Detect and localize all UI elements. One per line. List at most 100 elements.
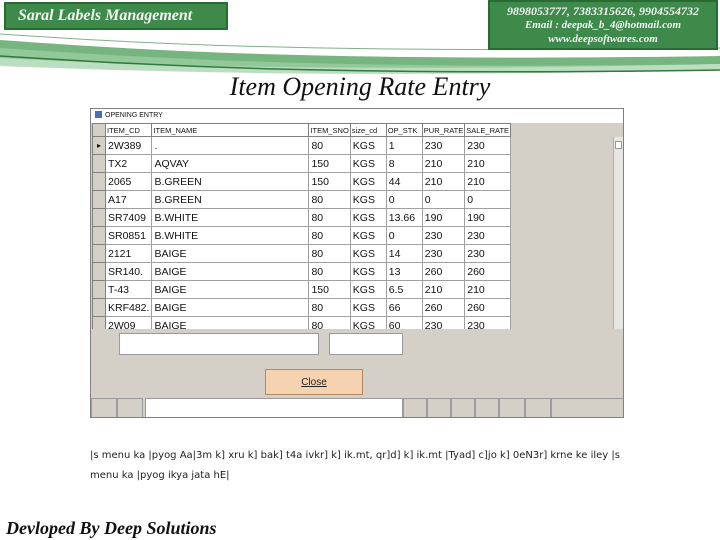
cell-item-name[interactable]: BAIGE <box>151 280 310 299</box>
column-header-sale-rate[interactable]: SALE_RATE <box>464 123 512 137</box>
cell-sale-rate[interactable]: 210 <box>464 154 512 173</box>
row-indicator[interactable] <box>92 172 106 191</box>
cell-item-cd[interactable]: 2121 <box>104 244 153 263</box>
cell-item-name[interactable]: BAIGE <box>151 262 310 281</box>
table-row[interactable]: SR0851 B.WHITE 80 KGS 0 230 230 <box>92 226 512 245</box>
cell-pur-rate[interactable]: 230 <box>421 244 466 263</box>
row-indicator[interactable]: ▸ <box>92 136 106 155</box>
cell-pur-rate[interactable]: 210 <box>421 280 466 299</box>
cell-item-sno[interactable]: 80 <box>308 226 351 245</box>
cell-item-name[interactable]: AQVAY <box>151 154 310 173</box>
row-indicator[interactable] <box>92 154 106 173</box>
cell-sale-rate[interactable]: 230 <box>464 244 512 263</box>
cell-item-sno[interactable]: 80 <box>308 244 351 263</box>
cell-item-name[interactable]: B.WHITE <box>151 208 310 227</box>
cell-item-sno[interactable]: 150 <box>308 154 351 173</box>
cell-size-cd[interactable]: KGS <box>349 208 387 227</box>
cell-op-stk[interactable]: 14 <box>385 244 423 263</box>
table-row[interactable]: TX2 AQVAY 150 KGS 8 210 210 <box>92 154 512 173</box>
row-indicator[interactable] <box>92 244 106 263</box>
row-indicator[interactable] <box>92 262 106 281</box>
cell-sale-rate[interactable]: 0 <box>464 190 512 209</box>
table-row[interactable]: 2065 B.GREEN 150 KGS 44 210 210 <box>92 172 512 191</box>
cell-op-stk[interactable]: 0 <box>385 190 423 209</box>
cell-op-stk[interactable]: 13 <box>385 262 423 281</box>
name-entry-field[interactable] <box>145 398 403 417</box>
cell-item-cd[interactable]: SR140. <box>104 262 153 281</box>
cell-sale-rate[interactable]: 260 <box>464 262 512 281</box>
cell-size-cd[interactable]: KGS <box>349 136 387 155</box>
cell-size-cd[interactable]: KGS <box>349 298 387 317</box>
close-button[interactable]: Close <box>265 369 363 395</box>
cell-sale-rate[interactable]: 230 <box>464 136 512 155</box>
cell-size-cd[interactable]: KGS <box>349 190 387 209</box>
cell-sale-rate[interactable]: 190 <box>464 208 512 227</box>
table-row[interactable]: SR140. BAIGE 80 KGS 13 260 260 <box>92 262 512 281</box>
cell-size-cd[interactable]: KGS <box>349 244 387 263</box>
cell-op-stk[interactable]: 6.5 <box>385 280 423 299</box>
row-indicator[interactable] <box>92 226 106 245</box>
row-indicator[interactable] <box>92 298 106 317</box>
table-row[interactable]: T-43 BAIGE 150 KGS 6.5 210 210 <box>92 280 512 299</box>
cell-op-stk[interactable]: 66 <box>385 298 423 317</box>
column-header-item-name[interactable]: ITEM_NAME <box>151 123 310 137</box>
cell-item-sno[interactable]: 80 <box>308 262 351 281</box>
cell-pur-rate[interactable]: 0 <box>421 190 466 209</box>
row-indicator[interactable] <box>92 208 106 227</box>
cell-item-cd[interactable]: T-43 <box>104 280 153 299</box>
cell-sale-rate[interactable]: 260 <box>464 298 512 317</box>
cell-item-sno[interactable]: 80 <box>308 298 351 317</box>
cell-item-name[interactable]: B.WHITE <box>151 226 310 245</box>
cell-sale-rate[interactable]: 210 <box>464 280 512 299</box>
item-entry-field[interactable] <box>119 333 319 355</box>
cell-op-stk[interactable]: 13.66 <box>385 208 423 227</box>
cell-op-stk[interactable]: 8 <box>385 154 423 173</box>
cell-item-cd[interactable]: SR7409 <box>104 208 153 227</box>
cell-item-sno[interactable]: 80 <box>308 190 351 209</box>
cell-size-cd[interactable]: KGS <box>349 280 387 299</box>
cell-item-name[interactable]: . <box>151 136 310 155</box>
cell-item-sno[interactable]: 80 <box>308 208 351 227</box>
cell-item-name[interactable]: BAIGE <box>151 298 310 317</box>
cell-op-stk[interactable]: 44 <box>385 172 423 191</box>
cell-item-cd[interactable]: A17 <box>104 190 153 209</box>
cell-item-cd[interactable]: SR0851 <box>104 226 153 245</box>
cell-size-cd[interactable]: KGS <box>349 154 387 173</box>
cell-pur-rate[interactable]: 260 <box>421 262 466 281</box>
cell-item-sno[interactable]: 80 <box>308 136 351 155</box>
cell-item-name[interactable]: B.GREEN <box>151 172 310 191</box>
column-header-item-cd[interactable]: ITEM_CD <box>104 123 153 137</box>
cell-item-cd[interactable]: 2065 <box>104 172 153 191</box>
column-header-pur-rate[interactable]: PUR_RATE <box>421 123 466 137</box>
cell-pur-rate[interactable]: 210 <box>421 154 466 173</box>
cell-item-sno[interactable]: 150 <box>308 280 351 299</box>
row-indicator[interactable] <box>92 190 106 209</box>
grid-vertical-scrollbar[interactable] <box>613 137 623 337</box>
column-header-item-sno[interactable]: ITEM_SNO <box>308 123 351 137</box>
cell-item-name[interactable]: B.GREEN <box>151 190 310 209</box>
column-header-size-cd[interactable]: size_cd <box>349 123 387 137</box>
cell-size-cd[interactable]: KGS <box>349 226 387 245</box>
cell-size-cd[interactable]: KGS <box>349 262 387 281</box>
cell-op-stk[interactable]: 1 <box>385 136 423 155</box>
cell-pur-rate[interactable]: 230 <box>421 136 466 155</box>
cell-item-name[interactable]: BAIGE <box>151 244 310 263</box>
table-row[interactable]: ▸ 2W389. 80 KGS 1 230 230 <box>92 136 512 155</box>
table-row[interactable]: SR7409 B.WHITE 80 KGS 13.66 190 190 <box>92 208 512 227</box>
cell-pur-rate[interactable]: 230 <box>421 226 466 245</box>
cell-op-stk[interactable]: 0 <box>385 226 423 245</box>
table-row[interactable]: KRF482. BAIGE 80 KGS 66 260 260 <box>92 298 512 317</box>
cell-item-cd[interactable]: KRF482. <box>104 298 153 317</box>
entry-table[interactable]: ITEM_CD ITEM_NAME ITEM_SNO size_cd OP_STK PUR… <box>92 123 512 335</box>
row-indicator[interactable] <box>92 280 106 299</box>
table-row[interactable]: 2121 BAIGE 80 KGS 14 230 230 <box>92 244 512 263</box>
cell-item-cd[interactable]: 2W389 <box>104 136 153 155</box>
cell-pur-rate[interactable]: 190 <box>421 208 466 227</box>
cell-item-cd[interactable]: TX2 <box>104 154 153 173</box>
cell-sale-rate[interactable]: 210 <box>464 172 512 191</box>
cell-size-cd[interactable]: KGS <box>349 172 387 191</box>
column-header-op-stk[interactable]: OP_STK <box>385 123 423 137</box>
cell-item-sno[interactable]: 150 <box>308 172 351 191</box>
cell-pur-rate[interactable]: 260 <box>421 298 466 317</box>
rate-entry-field[interactable] <box>329 333 403 355</box>
